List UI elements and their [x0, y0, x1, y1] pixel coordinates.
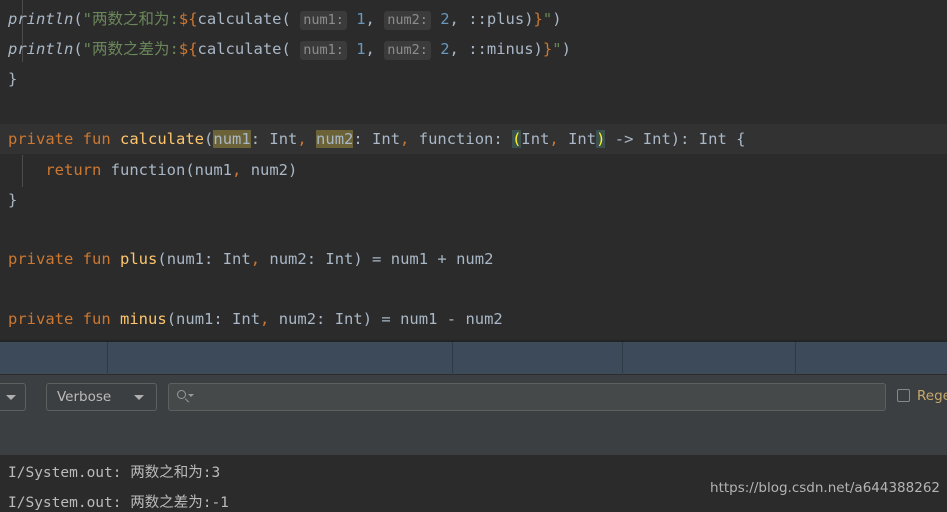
search-field[interactable] [168, 383, 886, 412]
token-calculate-call: calculate [197, 10, 282, 28]
token-param-num1: num1 [176, 310, 214, 328]
code-line-plus[interactable]: private fun plus(num1: Int, num2: Int) =… [0, 244, 947, 274]
token-arg-1: 1 [356, 10, 366, 28]
chevron-down-icon [134, 395, 144, 400]
token-println: println [8, 40, 74, 58]
param-hint-num1: num1: [300, 11, 347, 30]
log-tag: I/System.out: [8, 465, 131, 481]
token-assign: = [381, 310, 391, 328]
token-fun: fun [82, 250, 111, 268]
chevron-down-icon [6, 395, 16, 400]
log-line[interactable]: I/System.out: 两数之和为:3 [8, 458, 220, 488]
code-line-return[interactable]: return function(num1, num2) [0, 155, 947, 185]
token-fun: fun [82, 310, 111, 328]
token-type-int: Int [372, 130, 401, 148]
token-arg-1: 1 [356, 40, 366, 58]
token-arg-2: 2 [440, 10, 450, 28]
token-param-num2: num2 [269, 250, 307, 268]
token-call-function: function [110, 161, 186, 179]
log-tag: I/System.out: [8, 495, 131, 511]
log-message: 两数之差为:-1 [130, 495, 229, 511]
param-hint-num2: num2: [384, 11, 431, 30]
search-input[interactable] [199, 384, 883, 412]
token-operator-minus: - [446, 310, 457, 328]
token-expr-num2: num2 [465, 310, 503, 328]
token-param-num2: num2 [278, 310, 317, 328]
token-expr-num1: num1 [390, 250, 429, 268]
code-line-blank[interactable] [0, 94, 947, 124]
token-param-num1: num1 [213, 130, 251, 148]
log-level-dropdown[interactable]: Verbose [46, 383, 157, 411]
param-hint-num2: num2: [384, 41, 431, 60]
logcat-output-panel[interactable]: I/System.out: 两数之和为:3 I/System.out: 两数之差… [0, 423, 947, 512]
column-divider[interactable] [795, 342, 796, 375]
token-private: private [8, 310, 74, 328]
code-line-calculate-signature[interactable]: private fun calculate(num1: Int, num2: I… [0, 124, 947, 154]
token-calculate-decl: calculate [120, 130, 205, 148]
log-message: 两数之和为:3 [130, 465, 221, 481]
code-line-blank[interactable] [0, 274, 947, 304]
column-divider[interactable] [107, 342, 108, 375]
token-type-int: Int [232, 310, 261, 328]
token-param-num2: num2 [316, 130, 354, 148]
chevron-down-icon [188, 394, 194, 397]
regex-checkbox[interactable] [897, 389, 910, 402]
token-expr-num2: num2 [456, 250, 494, 268]
code-line-minus[interactable]: private fun minus(num1: Int, num2: Int) … [0, 304, 947, 334]
code-line-close-brace-2[interactable]: } [0, 185, 947, 215]
token-return: return [45, 161, 102, 179]
code-editor[interactable]: println("两数之和为:${calculate( num1: 1, num… [0, 0, 947, 340]
token-arrow: -> [614, 130, 634, 148]
token-assign: = [372, 250, 382, 268]
code-line-println-sum[interactable]: println("两数之和为:${calculate( num1: 1, num… [0, 4, 947, 34]
log-level-dropdown-label: Verbose [57, 389, 112, 405]
regex-label: Regex [917, 388, 947, 404]
token-ref-minus: ::minus [468, 40, 534, 58]
token-private: private [8, 250, 74, 268]
search-icon[interactable] [177, 390, 194, 404]
filter-dropdown[interactable] [0, 383, 26, 411]
token-string-diff: 两数之差为: [92, 40, 179, 58]
token-arg-num1: num1 [194, 161, 232, 179]
token-type-int: Int [325, 250, 354, 268]
token-println: println [8, 10, 74, 28]
token-type-int: Int [334, 310, 363, 328]
param-hint-num1: num1: [300, 41, 347, 60]
token-plus-decl: plus [120, 250, 158, 268]
token-arg-num2: num2 [250, 161, 289, 179]
token-arg-2: 2 [440, 40, 450, 58]
code-line-close-brace-1[interactable]: } [0, 64, 947, 94]
token-type-int: Int [568, 130, 597, 148]
regex-option[interactable]: Regex [897, 383, 947, 409]
logcat-column-header-strip[interactable] [0, 340, 947, 375]
token-operator-plus: + [437, 250, 447, 268]
token-minus-decl: minus [120, 310, 167, 328]
code-line-blank[interactable] [0, 215, 947, 245]
column-divider[interactable] [622, 342, 623, 375]
token-private: private [8, 130, 74, 148]
token-type-int: Int [521, 130, 550, 148]
token-ref-plus: ::plus [468, 10, 525, 28]
code-line-println-diff[interactable]: println("两数之差为:${calculate( num1: 1, num… [0, 34, 947, 64]
log-line[interactable]: I/System.out: 两数之差为:-1 [8, 488, 229, 512]
token-calculate-call: calculate [197, 40, 282, 58]
watermark-url: https://blog.csdn.net/a644388262 [710, 480, 940, 496]
token-type-int: Int [222, 250, 251, 268]
logcat-toolbar: Verbose Regex [0, 375, 947, 423]
token-type-int: Int [642, 130, 671, 148]
token-param-num1: num1 [166, 250, 205, 268]
token-fun: fun [82, 130, 111, 148]
token-type-int: Int [698, 130, 727, 148]
token-expr-num1: num1 [400, 310, 438, 328]
brace-match-open: ( [512, 130, 522, 148]
token-type-int: Int [269, 130, 298, 148]
column-divider[interactable] [452, 342, 453, 375]
token-string-sum: 两数之和为: [92, 10, 179, 28]
token-param-function: function [418, 130, 494, 148]
